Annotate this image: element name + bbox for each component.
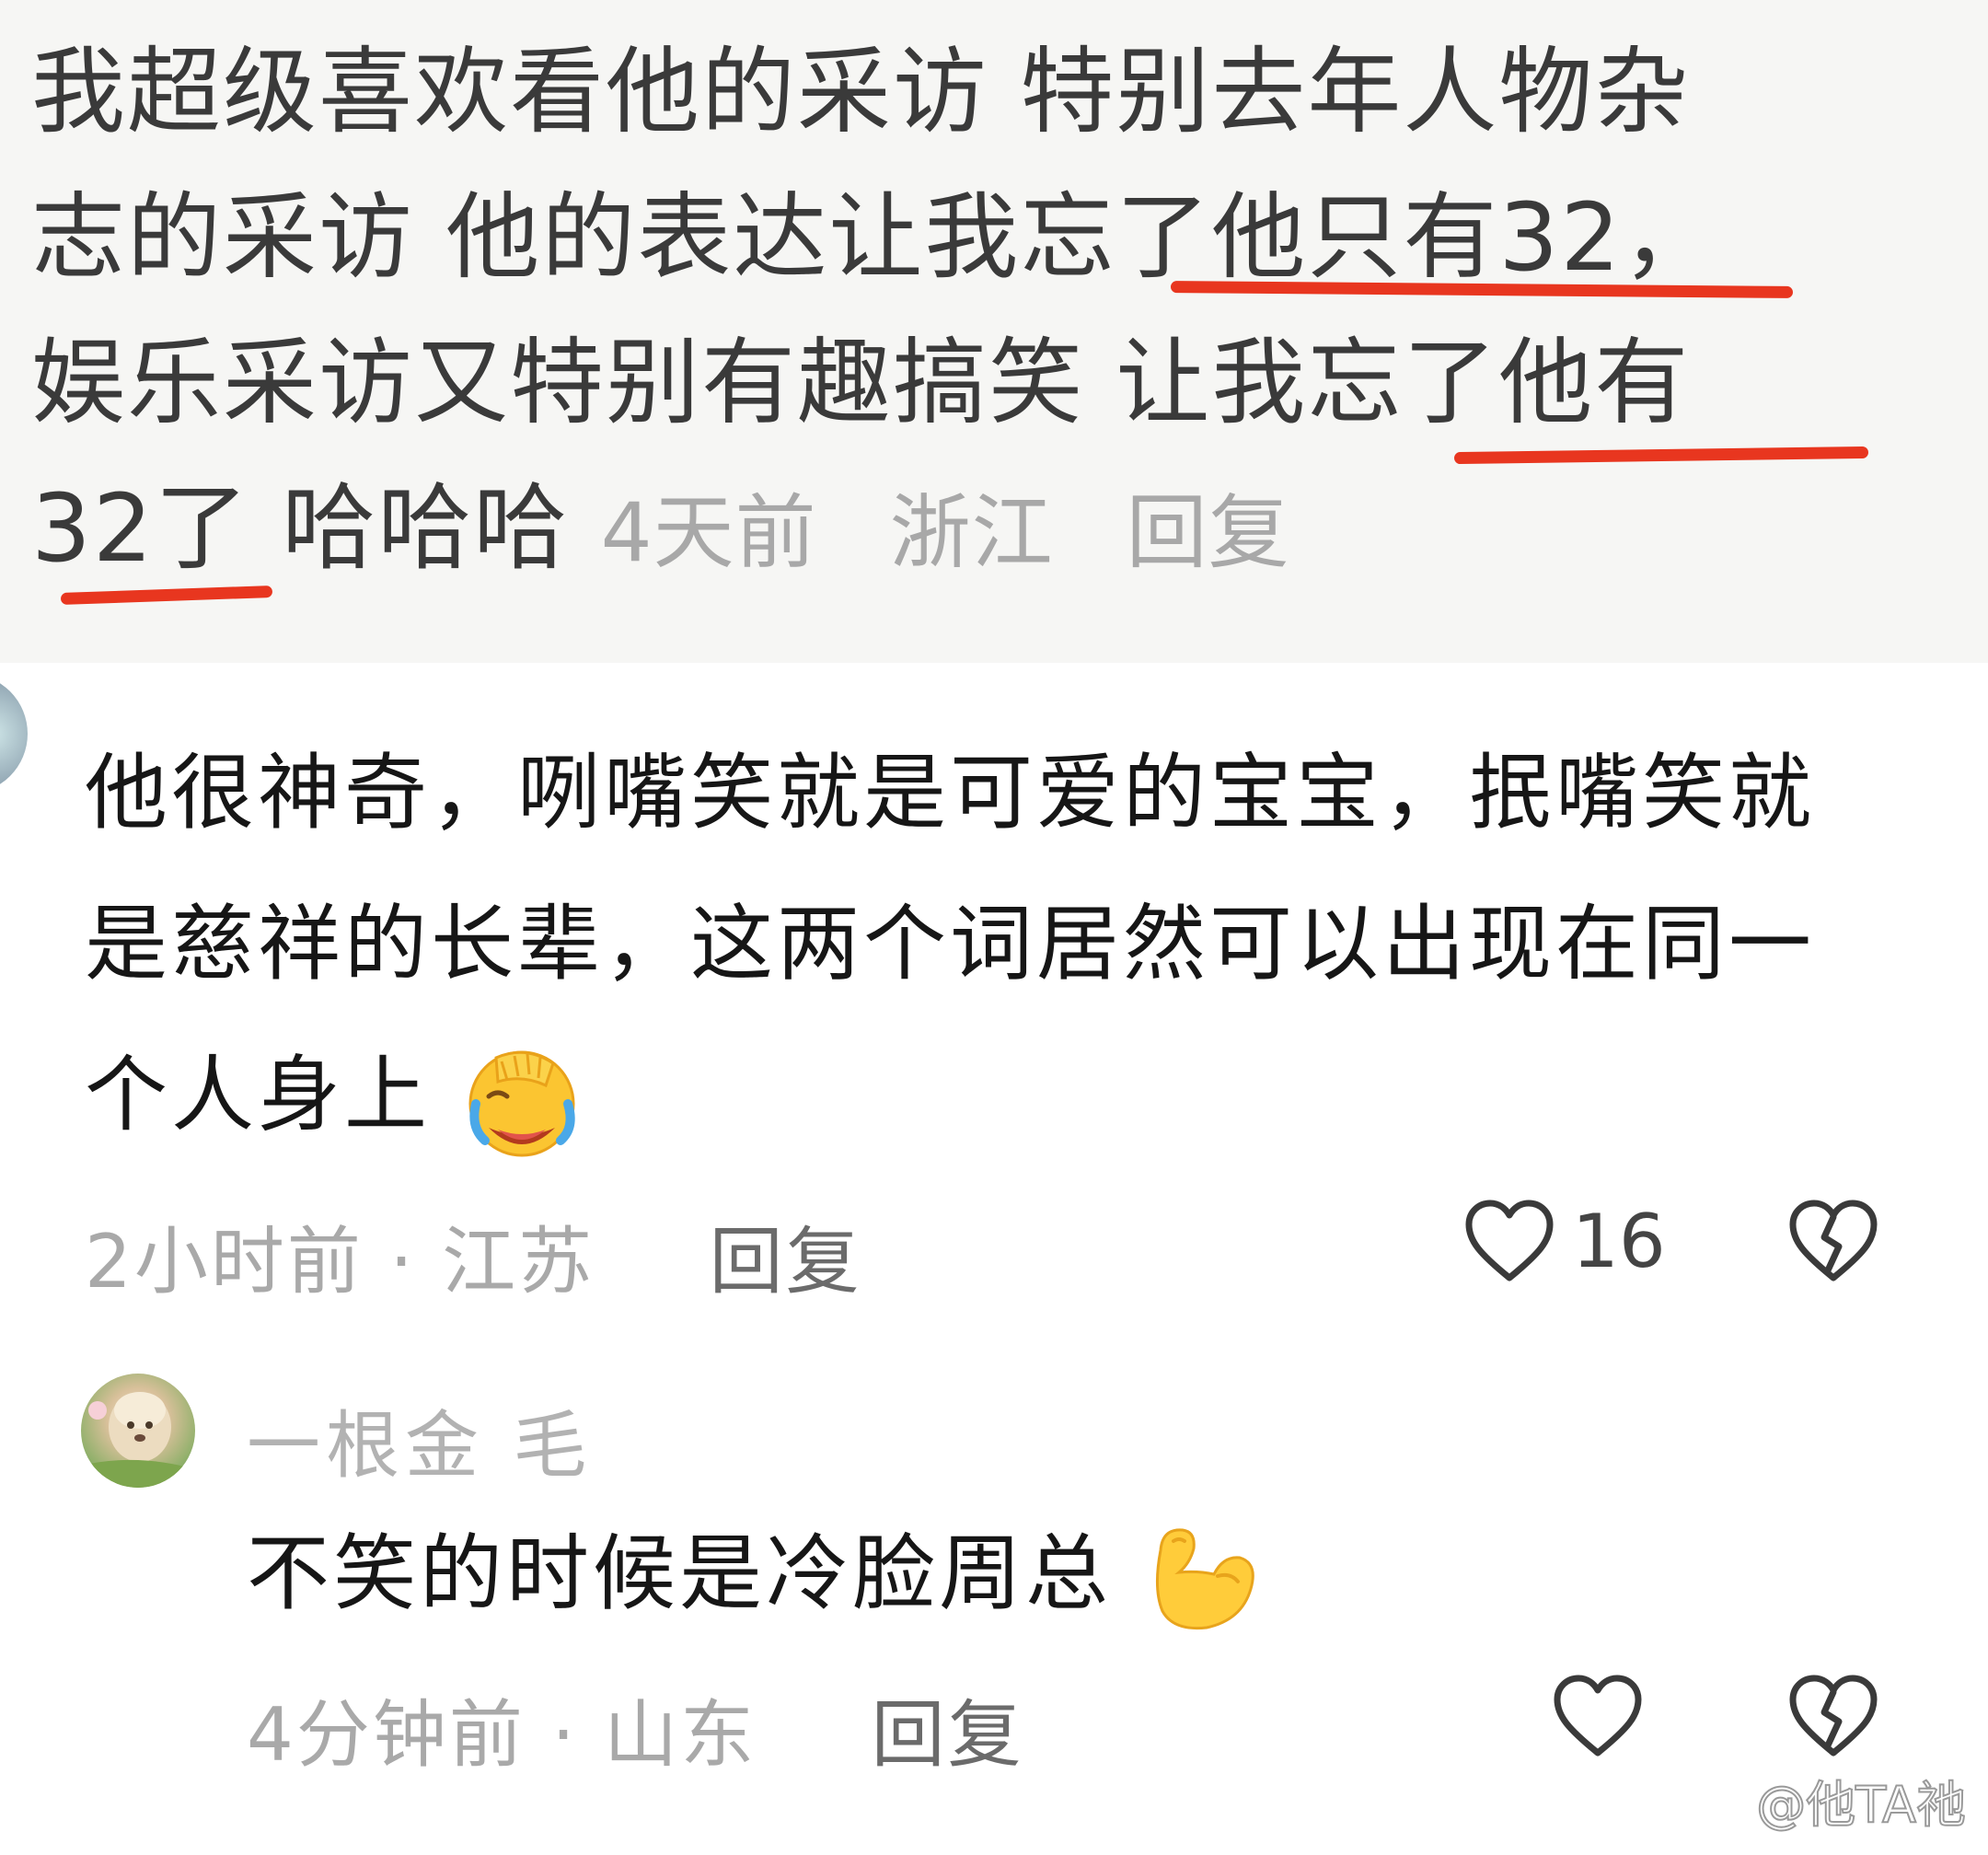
comment-2-meta: 2小时前 · 江苏: [85, 1219, 595, 1304]
comment-3-meta: 4分钟前 · 山东: [247, 1692, 757, 1778]
watermark: @他TA祂: [1755, 1775, 1967, 1835]
comment-3-meta-row: 4分钟前 · 山东 回复: [247, 1675, 1024, 1782]
comment-3-text-body: 不笑的时候是冷脸周总: [247, 1525, 1112, 1622]
comment-3-username[interactable]: 一根金 毛: [247, 1386, 592, 1493]
comment-2-reply-button[interactable]: 回复: [710, 1219, 862, 1304]
comment-1-line-1: 我超级喜欢看他的采访 特别去年人物杂: [31, 38, 1691, 147]
comment-1-line-3: 娱乐采访又特别有趣搞笑 让我忘了他有: [31, 329, 1691, 438]
heart-icon[interactable]: [1462, 1197, 1557, 1289]
broken-heart-icon[interactable]: [1786, 1197, 1881, 1289]
face-palm-laughing-emoji: [461, 1039, 583, 1161]
comment-1-line-4-text: 32了 哈哈哈: [31, 474, 570, 584]
comment-2-text: 他很神奇，咧嘴笑就是可爱的宝宝，抿嘴笑就 是慈祥的长辈，这两个词居然可以出现在同…: [85, 718, 1925, 1171]
avatar[interactable]: [81, 1374, 195, 1488]
comment-1-line-4: 32了 哈哈哈 4天前 浙江 回复: [31, 457, 1946, 606]
comment-1-location: 浙江: [889, 485, 1054, 580]
comment-2-line-1: 他很神奇，咧嘴笑就是可爱的宝宝，抿嘴笑就: [85, 745, 1815, 841]
comment-2-line-3-text: 个人身上: [85, 1047, 431, 1143]
comment-3: 一根金 毛 不笑的时候是冷脸周总 4分钟前 · 山东 回复 @他TA祂: [0, 1326, 1988, 1855]
comment-2-meta-row: 2小时前 · 江苏 回复: [85, 1202, 862, 1309]
comment-3-reply-button[interactable]: 回复: [872, 1692, 1024, 1778]
flexed-biceps-emoji: [1142, 1519, 1262, 1639]
like-count: 16: [1572, 1199, 1666, 1284]
comment-2-line-3: 个人身上: [85, 1020, 1925, 1171]
heart-icon[interactable]: [1550, 1672, 1646, 1764]
comment-1: 我超级喜欢看他的采访 特别去年人物杂 志的采访 他的表达让我忘了他只有32， 娱…: [0, 0, 1988, 663]
comment-2: 他很神奇，咧嘴笑就是可爱的宝宝，抿嘴笑就 是慈祥的长辈，这两个词居然可以出现在同…: [0, 663, 1988, 1326]
comment-1-text: 我超级喜欢看他的采访 特别去年人物杂 志的采访 他的表达让我忘了他只有32， 娱…: [31, 20, 1946, 606]
avatar[interactable]: [0, 674, 28, 794]
comment-1-meta: 4天前 浙江 回复: [601, 485, 1336, 580]
broken-heart-icon[interactable]: [1786, 1672, 1881, 1764]
comment-3-text: 不笑的时候是冷脸周总: [247, 1510, 1262, 1639]
comment-2-line-2: 是慈祥的长辈，这两个词居然可以出现在同一: [85, 896, 1815, 992]
comment-1-reply-button[interactable]: 回复: [1127, 485, 1290, 580]
comment-1-time: 4天前: [600, 485, 817, 580]
